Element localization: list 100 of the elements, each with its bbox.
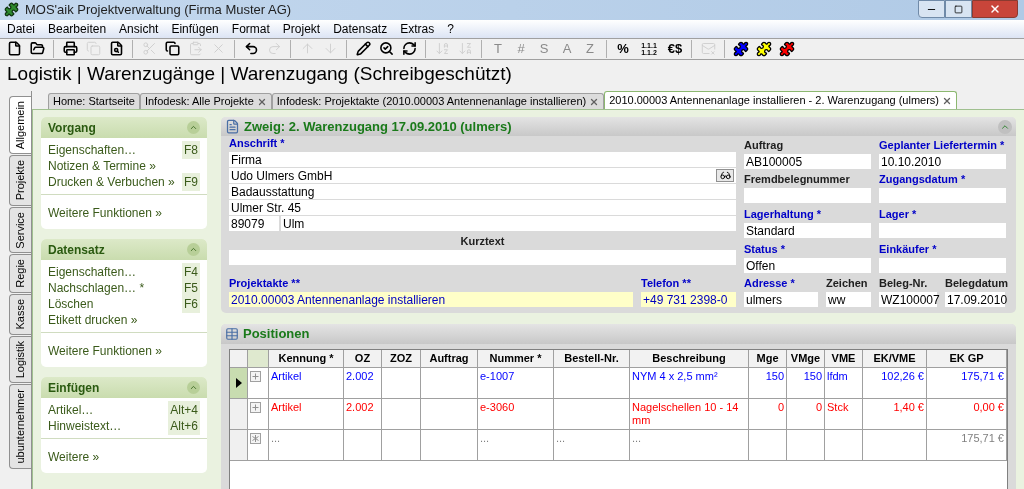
table-cell: 2.002 [344,399,382,429]
side-tab[interactable]: Allgemein [9,96,31,155]
menu-item[interactable]: Bearbeiten [48,19,107,38]
text-field[interactable] [744,188,871,203]
menu-item[interactable]: Ansicht [119,19,159,38]
column-header[interactable]: Mge [749,350,787,367]
menu-item[interactable]: Extras [400,19,435,38]
text-field[interactable]: Firma [229,152,736,167]
field-label: Einkäufer * [879,242,938,257]
task-link[interactable]: Drucken & Verbuchen » [48,173,175,191]
restore-button[interactable] [945,0,972,18]
toolbar-button[interactable]: €$ [665,38,685,59]
row-indicator[interactable] [230,368,248,398]
column-header[interactable]: Kennung * [269,350,344,367]
text-field[interactable] [879,258,1006,273]
table-cell: ... [269,430,344,460]
shortcut-key: F8 [182,141,200,159]
side-tab[interactable]: Projekte [9,155,31,206]
plus-icon[interactable] [250,371,261,382]
column-header[interactable]: Auftrag [421,350,478,367]
document-tab[interactable]: Infodesk: Projektakte (2010.00003 Antennenanlage installieren) [271,93,605,109]
table-cell: 150 [749,368,787,398]
collapse-button[interactable] [187,381,200,394]
text-field[interactable]: Offen [744,258,871,273]
text-field[interactable]: Udo Ulmers GmbH [229,168,736,183]
section-title: Positionen [243,325,310,344]
text-field[interactable]: WZ100007 [879,292,937,307]
side-tab[interactable]: ubunternehmer [9,384,31,469]
close-icon[interactable] [256,96,267,107]
menu-item[interactable]: Datei [7,19,35,38]
field-label: Zugangsdatum * [879,172,967,187]
task-link[interactable]: Etikett drucken » [48,311,138,329]
text-field[interactable]: ulmers [744,292,818,307]
task-link[interactable]: Weitere » [48,450,100,464]
task-link[interactable]: Nachschlagen… * [48,279,145,297]
text-field[interactable]: ww [826,292,871,307]
text-field[interactable]: Standard [744,223,871,238]
column-header[interactable]: Bestell-Nr. [554,350,630,367]
close-button[interactable] [972,0,1018,18]
field-label: Lager * [879,207,918,222]
text-field[interactable]: Ulmer Str. 45 [229,200,736,215]
field-label: Projektakte ** [229,276,301,291]
column-header[interactable]: EK GP [927,350,1007,367]
text-field[interactable]: AB100005 [744,154,871,169]
document-tab[interactable]: 2010.00003 Antennenanlage installieren - 2. Warenzugang (ulmers) [604,91,958,109]
text-field[interactable]: 2010.00003 Antennenanlage installieren [229,292,633,307]
table-cell: e-3060 [478,399,554,429]
close-icon[interactable] [942,95,953,106]
close-icon[interactable] [589,96,600,107]
menu-item[interactable]: Format [231,19,270,38]
minimize-button[interactable] [918,0,945,18]
document-tab[interactable]: Infodesk: Alle Projekte [139,93,272,109]
column-header[interactable]: VMge [787,350,825,367]
side-tab[interactable]: Kasse [9,294,31,335]
task-link[interactable]: Eigenschaften… [48,263,137,281]
document-tab[interactable]: Home: Startseite [48,93,140,109]
menu-item[interactable]: Einfügen [171,19,219,38]
text-field[interactable] [879,223,1006,238]
task-link[interactable]: Weitere Funktionen » [48,344,162,358]
column-header[interactable]: ZOZ [382,350,421,367]
glasses-button[interactable] [716,169,734,182]
task-link[interactable]: Löschen [48,295,94,313]
asterisk-icon[interactable] [250,433,261,444]
column-header[interactable]: Nummer * [478,350,554,367]
column-header[interactable]: OZ [344,350,382,367]
text-field[interactable]: +49 731 2398-0 [641,292,736,307]
panel-title: Einfügen [48,379,100,397]
task-link[interactable]: Weitere Funktionen » [48,206,162,220]
side-tab[interactable]: Regie [9,254,31,294]
side-tab[interactable]: Service [9,206,31,254]
text-field[interactable] [229,250,736,265]
caret-up-icon [189,245,198,254]
printer-icon[interactable] [60,38,80,59]
window-title: MOS'aik Projektverwaltung (Firma Muster AG) [25,1,292,19]
column-header[interactable]: EK/VME [863,350,927,367]
text-field[interactable]: 17.09.2010 [945,292,1005,307]
column-header[interactable]: Beschreibung [630,350,749,367]
collapse-button[interactable] [998,119,1012,134]
table-cell: 150 [787,368,825,398]
side-tab[interactable]: Logistik [9,335,31,383]
toolbar-button[interactable]: % [613,38,633,59]
text-field[interactable]: Ulm [281,216,736,231]
menu-item[interactable]: Datensatz [333,19,388,38]
task-link[interactable]: Artikel… [48,401,94,419]
menu-item[interactable]: Projekt [282,19,321,38]
task-link[interactable]: Hinweistext… [48,417,122,435]
copy-icon[interactable] [162,38,182,59]
menu-item[interactable]: ? [447,19,454,38]
task-link[interactable]: Eigenschaften… [48,141,137,159]
column-header[interactable]: VME [825,350,863,367]
table-cell: ... [478,430,554,460]
table-cell: 0,00 € [927,399,1007,429]
text-field[interactable]: 10.10.2010 [879,154,1006,169]
task-link[interactable]: Notizen & Termine » [48,157,156,175]
text-field[interactable]: 89079 [229,216,279,231]
plus-icon[interactable] [250,402,261,413]
text-field[interactable]: Badausstattung [229,184,736,199]
text-field[interactable] [879,188,1006,203]
collapse-button[interactable] [187,121,200,134]
collapse-button[interactable] [187,243,200,256]
